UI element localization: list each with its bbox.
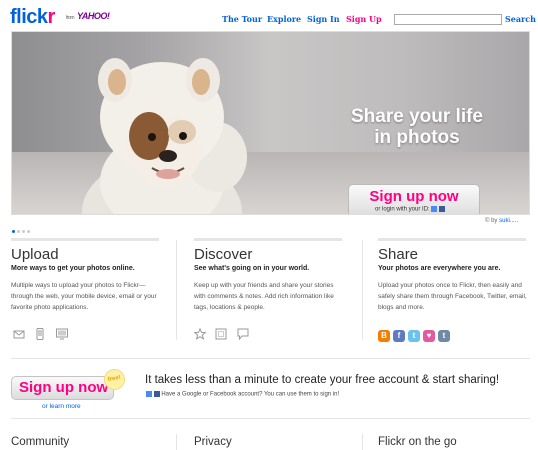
footer-community-heading: Community (11, 436, 70, 448)
column-bar (378, 238, 526, 241)
email-icon (13, 328, 25, 340)
facebook-icon (153, 391, 160, 397)
blogger-icon[interactable]: B (378, 330, 390, 342)
slide-dot[interactable] (27, 230, 30, 233)
hero-tagline: Share your life in photos (351, 106, 483, 148)
share-icons: Bf t ♥ t (378, 325, 453, 343)
column-bar (11, 238, 159, 241)
hero-login-alt: or login with your ID: (375, 206, 446, 213)
logo-from: from (66, 15, 75, 21)
hero-banner: Share your life in photos Sign up now or… (11, 31, 530, 215)
share-column: Share Your photos are everywhere you are… (378, 238, 528, 313)
nav-the-tour[interactable]: The Tour (222, 14, 262, 24)
heart-icon[interactable]: ♥ (423, 330, 435, 342)
discover-title: Discover (194, 246, 253, 263)
discover-icons (194, 325, 254, 343)
star-icon (194, 327, 206, 340)
learn-more-link[interactable]: or learn more (42, 403, 81, 410)
column-bar (194, 238, 342, 241)
comment-icon (237, 328, 249, 340)
photo-credit-link[interactable]: suki..... (499, 218, 518, 224)
google-icon[interactable] (431, 206, 438, 212)
search-input[interactable] (394, 14, 502, 25)
discover-column: Discover See what's going on in your wor… (194, 238, 344, 313)
puppy-photo (82, 58, 247, 214)
facebook-icon[interactable]: f (393, 330, 405, 342)
flickr-logo[interactable]: flickr from YAHOO! (10, 6, 110, 29)
hero-signup-button[interactable]: Sign up now or login with your ID: (348, 184, 480, 214)
note-icon (215, 328, 227, 340)
yahoo-logo: YAHOO! (77, 11, 110, 21)
discover-subtitle: See what's going on in your world. (194, 265, 310, 272)
header: flickr from YAHOO! The Tour Explore Sign… (0, 0, 538, 30)
upload-subtitle: More ways to get your photos online. (11, 265, 135, 272)
nav-sign-in[interactable]: Sign In (307, 14, 340, 24)
upload-body: Multiple ways to upload your photos to F… (11, 282, 157, 311)
slide-dot[interactable] (17, 230, 20, 233)
search-button[interactable]: Search (505, 14, 536, 24)
column-divider (176, 434, 177, 450)
slide-dot[interactable] (12, 230, 15, 233)
tumblr-icon[interactable]: t (438, 330, 450, 342)
column-divider (176, 240, 177, 340)
cta-subtext: Have a Google or Facebook account? You c… (146, 391, 339, 398)
cta-signup-button[interactable]: Sign up now (11, 376, 114, 400)
slide-dot[interactable] (22, 230, 25, 233)
nav-sign-up[interactable]: Sign Up (346, 14, 382, 24)
photo-credit: © by suki..... (485, 218, 519, 224)
footer-mobile-heading: Flickr on the go (378, 436, 457, 448)
hero-signup-label: Sign up now (369, 188, 459, 205)
upload-title: Upload (11, 246, 59, 263)
desktop-icon (55, 328, 68, 340)
nav-explore[interactable]: Explore (267, 14, 301, 24)
google-icon (146, 391, 152, 397)
cta-signup-label: Sign up now (19, 379, 109, 396)
discover-body: Keep up with your friends and share your… (194, 282, 334, 311)
share-title: Share (378, 246, 419, 263)
twitter-icon[interactable]: t (408, 330, 420, 342)
upload-column: Upload More ways to get your photos onli… (11, 238, 161, 313)
share-body: Upload your photos once to Flickr, then … (378, 282, 527, 311)
slideshow-dots (12, 220, 32, 238)
mobile-icon (34, 327, 46, 340)
cta-title: It takes less than a minute to create yo… (145, 374, 500, 386)
upload-icons (13, 325, 73, 343)
facebook-icon[interactable] (439, 206, 446, 212)
section-divider (11, 418, 530, 419)
share-subtitle: Your photos are everywhere you are. (378, 265, 501, 272)
footer-privacy-heading: Privacy (194, 436, 232, 448)
section-divider (11, 358, 530, 359)
column-divider (362, 434, 363, 450)
column-divider (362, 240, 363, 340)
